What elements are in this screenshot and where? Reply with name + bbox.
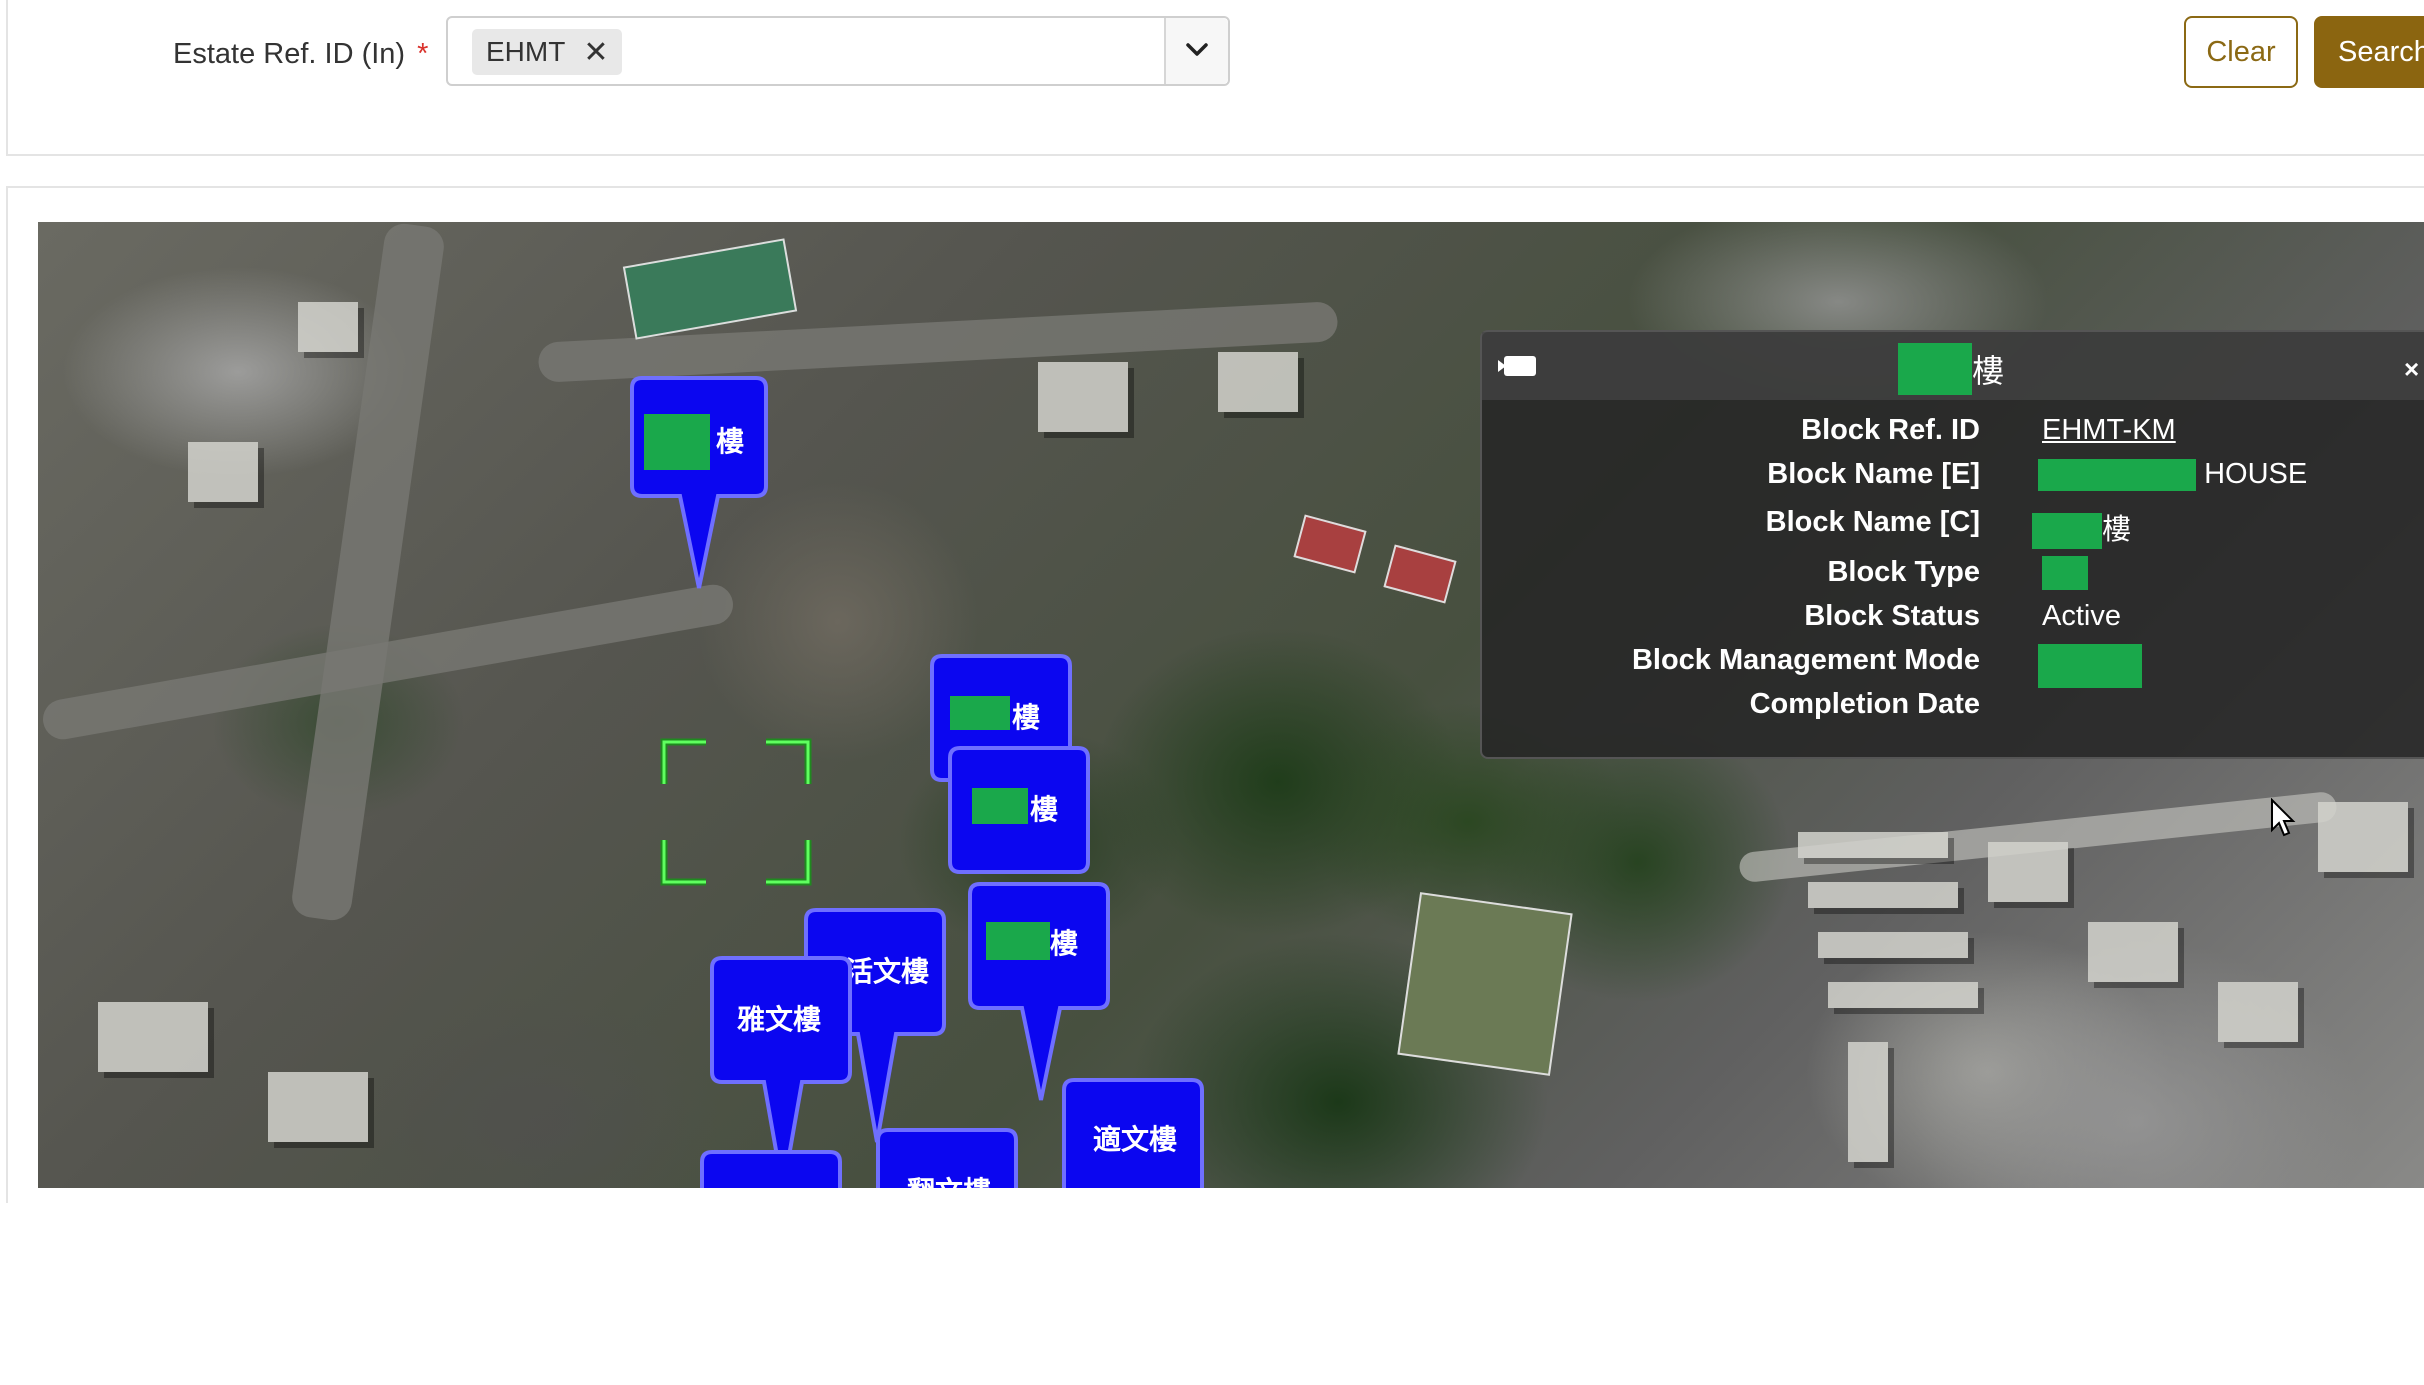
estate-ref-id-label: Estate Ref. ID (In) * [173, 38, 428, 71]
building [1848, 1042, 1888, 1162]
block-ref-id-link[interactable]: EHMT-KM [2042, 414, 2176, 447]
required-asterisk: * [417, 38, 429, 70]
building [1818, 932, 1968, 958]
building [1038, 362, 1128, 432]
building [1988, 842, 2068, 902]
pin-label: 適文樓 [1092, 1123, 1177, 1156]
pin-label: 樓 [716, 425, 745, 458]
field-value [2042, 556, 2088, 591]
field-block-management-mode: Block Management Mode [1482, 644, 2424, 688]
block-marker-pin[interactable] [698, 1148, 848, 1188]
field-label: Completion Date [1749, 688, 1980, 720]
block-marker-pin[interactable]: 翻文樓 [874, 1126, 1024, 1188]
building [1798, 832, 1948, 858]
field-label: Block Status [1804, 600, 1980, 632]
search-filter-card: Estate Ref. ID (In) * EHMT ✕ Clear Search [6, 0, 2424, 156]
building [188, 442, 258, 502]
estate-ref-id-multiselect[interactable]: EHMT ✕ [446, 16, 1230, 86]
building [2218, 982, 2298, 1042]
block-name-c-value: 樓 [2102, 512, 2132, 546]
clear-button[interactable]: Clear [2184, 16, 2298, 88]
map-pin-icon [968, 882, 1110, 1101]
redacted-block [986, 922, 1050, 960]
mouse-cursor-icon [2271, 798, 2296, 837]
chip-remove-icon[interactable]: ✕ [583, 35, 608, 70]
redacted-block [1898, 343, 1972, 395]
popup-title: 樓 [1898, 343, 2005, 395]
search-button[interactable]: Search [2314, 16, 2424, 88]
tennis-court [1293, 514, 1367, 574]
field-label: Block Type [1827, 556, 1980, 588]
redacted-block [2038, 459, 2196, 492]
field-completion-date: Completion Date [1482, 688, 2424, 728]
street-view-camera-icon[interactable] [1498, 354, 1538, 378]
redacted-block [2032, 513, 2102, 550]
block-name-e-value: HOUSE [2204, 458, 2308, 490]
field-label: Block Name [E] [1767, 458, 1980, 490]
field-value: HOUSE [2038, 458, 2308, 492]
chip-label: EHMT [486, 36, 566, 67]
pin-label: 雅文樓 [736, 1003, 821, 1036]
building [2088, 922, 2178, 982]
redacted-block [950, 696, 1010, 730]
redacted-block [972, 788, 1028, 824]
pin-label: 樓 [1012, 701, 1041, 734]
building [98, 1002, 208, 1072]
dropdown-toggle[interactable] [1164, 18, 1228, 84]
building [1808, 882, 1958, 908]
selection-target-brackets [660, 738, 812, 886]
block-marker-pin[interactable]: 適文樓 [1060, 1076, 1210, 1188]
pin-label: 樓 [1030, 793, 1059, 826]
building [1218, 352, 1298, 412]
building [268, 1072, 368, 1142]
block-status-value: Active [2042, 600, 2121, 632]
redacted-block [2042, 556, 2088, 591]
field-block-status: Block Status Active [1482, 600, 2424, 640]
building [298, 302, 358, 352]
map-pin-icon [700, 1150, 842, 1188]
sports-court [622, 238, 798, 340]
selected-chip-ehmt: EHMT ✕ [472, 29, 623, 75]
pin-label: 翻文樓 [874, 1170, 1024, 1188]
block-marker-pin[interactable]: 樓 [628, 374, 770, 592]
field-block-ref-id: Block Ref. ID EHMT-KM [1482, 414, 2424, 454]
redacted-block [2038, 644, 2142, 688]
field-value [2038, 644, 2142, 688]
chevron-down-icon [1186, 43, 1208, 56]
map-pin-icon [630, 376, 768, 589]
block-marker-pin[interactable]: 樓 [966, 880, 1116, 1105]
field-block-name-c: Block Name [C] 樓 [1482, 506, 2424, 550]
field-label: Block Name [C] [1765, 506, 1980, 538]
field-label: Block Ref. ID [1801, 414, 1980, 446]
tennis-court [1383, 544, 1457, 604]
building [1828, 982, 1978, 1008]
popup-header: 樓 × [1482, 332, 2424, 400]
popup-title-suffix: 樓 [1972, 352, 2005, 390]
playing-field [1397, 892, 1573, 1076]
field-block-type: Block Type [1482, 556, 2424, 596]
pin-label: 樓 [1050, 927, 1079, 960]
building [2318, 802, 2408, 872]
block-info-popup: 樓 × Block Ref. ID EHMT-KM Block Name [E]… [1480, 330, 2424, 759]
estate-ref-id-label-text: Estate Ref. ID (In) [173, 38, 406, 70]
field-block-name-e: Block Name [E] HOUSE [1482, 458, 2424, 498]
field-label: Block Management Mode [1631, 644, 1980, 676]
field-value: 樓 [2032, 506, 2132, 550]
close-icon[interactable]: × [2404, 354, 2419, 385]
